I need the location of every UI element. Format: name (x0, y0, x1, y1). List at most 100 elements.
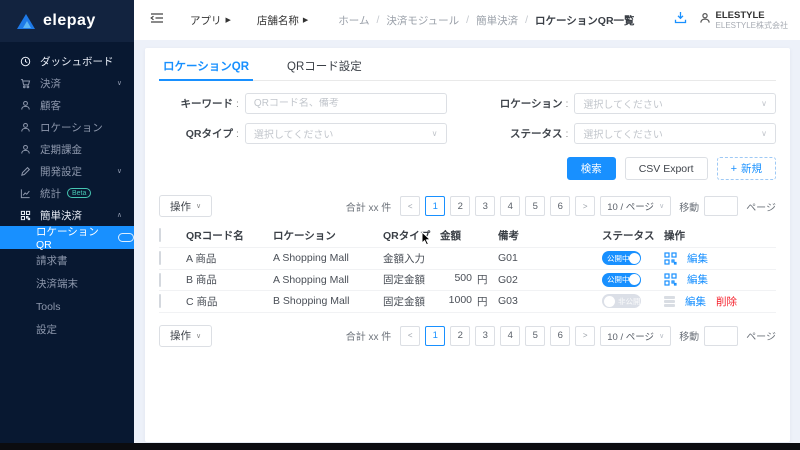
chevron-down-icon: ∨ (196, 202, 201, 210)
prev-page-button[interactable]: < (400, 196, 420, 216)
create-button[interactable]: + 新規 (717, 157, 776, 180)
row-checkbox[interactable] (159, 251, 161, 265)
sidebar-item-payments[interactable]: 決済 ∨ (0, 72, 134, 94)
jump-suffix: ページ (746, 199, 776, 214)
chevron-down-icon: ∨ (761, 129, 767, 138)
page-size-select[interactable]: 10 / ページ ∨ (600, 326, 671, 346)
page-button-5[interactable]: 5 (525, 196, 545, 216)
top-toolbar: 操作 ∨ 合計 xx 件 < 1 2 3 4 5 6 > 10 / ページ ∨ … (159, 195, 776, 217)
chevron-down-icon: ∨ (432, 129, 438, 138)
sidebar-item-customers[interactable]: 顧客 (0, 94, 134, 116)
page-button-2[interactable]: 2 (450, 196, 470, 216)
chevron-up-icon: ∧ (117, 211, 122, 219)
status-toggle[interactable]: 非公開 (602, 294, 641, 308)
chevron-down-icon: ∨ (117, 167, 122, 175)
edit-link[interactable]: 編集 (685, 294, 706, 309)
status-select[interactable]: 選択してください ∨ (574, 123, 776, 144)
sidebar-item-dev-settings[interactable]: 開発設定 ∨ (0, 160, 134, 182)
app-window: elepay ダッシュボード 決済 ∨ 顧客 ロケーション 定期課金 (0, 0, 800, 450)
menu-fold-icon[interactable] (150, 11, 164, 29)
chevron-down-icon: ∨ (761, 99, 767, 108)
qr-code-icon (20, 210, 31, 221)
row-checkbox[interactable] (159, 294, 161, 308)
total-count: 合計 xx 件 (346, 328, 392, 343)
dashboard-icon (20, 56, 31, 67)
pen-icon (20, 166, 31, 177)
user-name: ELESTYLE (716, 10, 788, 21)
qr-type-select[interactable]: 選択してください ∨ (245, 123, 447, 144)
app-menu[interactable]: アプリ ▶ (190, 13, 231, 28)
page-size-select[interactable]: 10 / ページ ∨ (600, 196, 671, 216)
page-jump-input[interactable] (704, 196, 738, 216)
qr-code-icon[interactable] (664, 252, 677, 265)
page-button-6[interactable]: 6 (550, 196, 570, 216)
page-button-4[interactable]: 4 (500, 196, 520, 216)
status-toggle[interactable]: 公開中 (602, 251, 641, 265)
total-count: 合計 xx 件 (346, 199, 392, 214)
topbar: アプリ ▶ 店舗名称 ▶ ホーム / 決済モジュール / 簡単決済 / ロケーシ… (134, 0, 800, 40)
qr-table: QRコード名 ロケーション QRタイプ 金額 備考 ステータス 操作 A 商品 … (159, 223, 776, 313)
chevron-down-icon: ∨ (196, 332, 201, 340)
sidebar-item-subscriptions[interactable]: 定期課金 (0, 138, 134, 160)
next-page-button[interactable]: > (575, 326, 595, 346)
keyword-input[interactable] (254, 98, 438, 109)
table-row: A 商品 A Shopping Mall 金額入力 G01 公開中 編集 (159, 248, 776, 270)
store-menu[interactable]: 店舗名称 ▶ (257, 13, 308, 28)
user-company: ELESTYLE株式会社 (716, 21, 788, 30)
qr-code-disabled-icon (664, 296, 675, 307)
jump-suffix: ページ (746, 328, 776, 343)
jump-label: 移動 (679, 328, 699, 343)
sidebar-item-stats[interactable]: 統計 Beta (0, 182, 134, 204)
breadcrumb-home[interactable]: ホーム (338, 13, 369, 28)
tab-location-qr[interactable]: ロケーションQR (163, 58, 249, 80)
page-button-3[interactable]: 3 (475, 196, 495, 216)
chevron-down-icon: ∨ (117, 79, 122, 87)
sidebar-item-settings[interactable]: 設定 (0, 318, 134, 341)
download-icon[interactable] (674, 11, 687, 29)
page-jump-input[interactable] (704, 326, 738, 346)
page-button-3[interactable]: 3 (475, 326, 495, 346)
page-button-2[interactable]: 2 (450, 326, 470, 346)
location-label: ロケーション (489, 96, 563, 111)
status-toggle[interactable]: 公開中 (602, 273, 641, 287)
chevron-down-icon: ∨ (659, 332, 664, 340)
tab-qr-settings[interactable]: QRコード設定 (287, 58, 362, 80)
caret-right-icon: ▶ (226, 16, 231, 24)
caret-right-icon: ▶ (303, 16, 308, 24)
prev-page-button[interactable]: < (400, 326, 420, 346)
page-button-4[interactable]: 4 (500, 326, 520, 346)
row-checkbox[interactable] (159, 273, 161, 287)
sidebar-menu: ダッシュボード 決済 ∨ 顧客 ロケーション 定期課金 開発設定 (0, 42, 134, 341)
sidebar-item-invoices[interactable]: 請求書 (0, 249, 134, 272)
sidebar-item-tools[interactable]: Tools (0, 295, 134, 318)
user-menu[interactable]: ELESTYLE ELESTYLE株式会社 (699, 10, 788, 30)
sidebar-item-locations[interactable]: ロケーション (0, 116, 134, 138)
person-icon (20, 100, 31, 111)
elepay-logo-icon (17, 14, 35, 29)
delete-link[interactable]: 削除 (716, 294, 737, 309)
edit-link[interactable]: 編集 (687, 251, 708, 266)
page-button-5[interactable]: 5 (525, 326, 545, 346)
sidebar-item-dashboard[interactable]: ダッシュボード (0, 50, 134, 72)
beta-badge: Beta (67, 188, 91, 198)
bulk-action-button[interactable]: 操作 ∨ (159, 325, 212, 347)
bulk-action-button[interactable]: 操作 ∨ (159, 195, 212, 217)
sidebar-item-location-qr[interactable]: ロケーションQR (0, 226, 134, 249)
page-button-1[interactable]: 1 (425, 326, 445, 346)
sidebar-item-terminals[interactable]: 決済端末 (0, 272, 134, 295)
breadcrumb-easy-payment[interactable]: 簡単決済 (476, 13, 518, 28)
edit-link[interactable]: 編集 (687, 272, 708, 287)
csv-export-button[interactable]: CSV Export (625, 157, 708, 180)
search-button[interactable]: 検索 (567, 157, 616, 180)
qr-code-icon[interactable] (664, 273, 677, 286)
screen-edge (0, 443, 800, 450)
pagination-bottom: 合計 xx 件 < 1 2 3 4 5 6 > 10 / ページ ∨ 移動 ペー… (346, 326, 776, 346)
select-all-checkbox[interactable] (159, 228, 161, 242)
page-button-1[interactable]: 1 (425, 196, 445, 216)
location-select[interactable]: 選択してください ∨ (574, 93, 776, 114)
breadcrumb-payment-module[interactable]: 決済モジュール (386, 13, 459, 28)
logo[interactable]: elepay (0, 0, 134, 42)
page-button-6[interactable]: 6 (550, 326, 570, 346)
sidebar-item-easy-payment[interactable]: 簡単決済 ∧ (0, 204, 134, 226)
next-page-button[interactable]: > (575, 196, 595, 216)
